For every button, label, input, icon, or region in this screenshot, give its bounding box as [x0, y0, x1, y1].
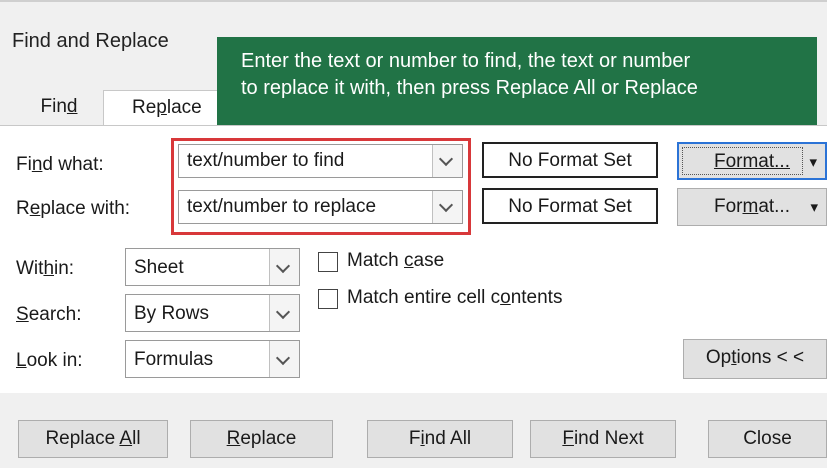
match-entire-checkbox[interactable] — [318, 289, 338, 309]
focus-rect — [682, 147, 803, 175]
replace-format-status: No Format Set — [482, 188, 658, 224]
tab-replace[interactable]: Replace — [103, 90, 223, 126]
caret-down-icon: ▾ — [809, 154, 817, 171]
match-entire-label[interactable]: Match entire cell contents — [347, 287, 562, 309]
chevron-down-icon — [275, 350, 291, 366]
within-select[interactable]: Sheet — [125, 248, 300, 286]
look-in-dropdown[interactable] — [269, 341, 299, 377]
input-highlight-box — [171, 138, 471, 235]
look-in-select[interactable]: Formulas — [125, 340, 300, 378]
look-in-value: Formulas — [134, 349, 214, 370]
search-value: By Rows — [134, 303, 209, 324]
match-case-checkbox[interactable] — [318, 252, 338, 272]
replace-with-label: Replace with: — [16, 198, 131, 219]
within-dropdown[interactable] — [269, 249, 299, 285]
callout-line-2: to replace it with, then press Replace A… — [241, 77, 698, 99]
replace-format-button[interactable]: Format... ▾ — [677, 188, 827, 226]
options-button[interactable]: Options < < — [683, 339, 827, 379]
chevron-down-icon — [275, 258, 291, 274]
callout-line-1: Enter the text or number to find, the te… — [241, 50, 691, 72]
dialog-title: Find and Replace — [12, 30, 169, 52]
within-label: Within: — [16, 258, 75, 279]
find-what-label: Find what: — [16, 154, 104, 175]
instruction-callout: Enter the text or number to find, the te… — [217, 37, 817, 127]
tab-find[interactable]: Find — [14, 93, 104, 125]
find-format-status: No Format Set — [482, 142, 658, 178]
caret-down-icon: ▾ — [810, 199, 818, 216]
search-select[interactable]: By Rows — [125, 294, 300, 332]
search-dropdown[interactable] — [269, 295, 299, 331]
look-in-label: Look in: — [16, 350, 83, 371]
chevron-down-icon — [275, 304, 291, 320]
close-button[interactable]: Close — [708, 420, 827, 458]
find-format-button[interactable]: Format... ▾ — [677, 142, 827, 180]
replace-all-button[interactable]: Replace All — [18, 420, 168, 458]
search-label: Search: — [16, 304, 82, 325]
match-case-label[interactable]: Match case — [347, 250, 444, 272]
find-all-button[interactable]: Find All — [367, 420, 513, 458]
find-next-button[interactable]: Find Next — [530, 420, 676, 458]
within-value: Sheet — [134, 257, 184, 278]
top-border — [0, 0, 827, 2]
replace-button[interactable]: Replace — [190, 420, 333, 458]
